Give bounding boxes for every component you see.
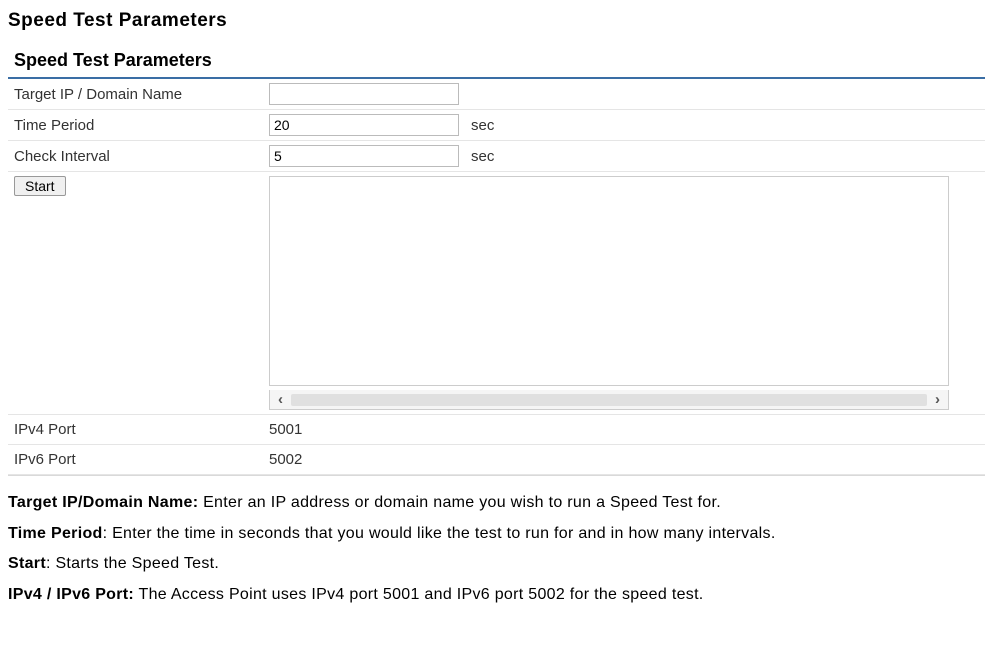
- results-textarea[interactable]: [269, 176, 949, 386]
- input-time-period[interactable]: [269, 114, 459, 136]
- row-ipv4-port: IPv4 Port 5001: [8, 415, 985, 445]
- label-ipv4-port: IPv4 Port: [8, 415, 263, 445]
- desc-target-ip-bold: Target IP/Domain Name:: [8, 494, 198, 511]
- start-button[interactable]: Start: [14, 176, 66, 196]
- results-area: ‹ ›: [269, 176, 969, 410]
- speed-test-panel: Speed Test Parameters Target IP / Domain…: [8, 44, 985, 476]
- desc-time-period-text: : Enter the time in seconds that you wou…: [103, 525, 776, 542]
- input-target-ip[interactable]: [269, 83, 459, 105]
- scroll-left-icon[interactable]: ‹: [274, 391, 287, 408]
- row-start: Start ‹ ›: [8, 172, 985, 415]
- input-check-interval[interactable]: [269, 145, 459, 167]
- label-check-interval: Check Interval: [8, 141, 263, 172]
- row-time-period: Time Period sec: [8, 110, 985, 141]
- desc-ports-text: The Access Point uses IPv4 port 5001 and…: [134, 586, 704, 603]
- label-ipv6-port: IPv6 Port: [8, 445, 263, 475]
- page-heading: Speed Test Parameters: [8, 10, 985, 32]
- label-time-period: Time Period: [8, 110, 263, 141]
- desc-ports: IPv4 / IPv6 Port: The Access Point uses …: [8, 584, 985, 606]
- label-target-ip: Target IP / Domain Name: [8, 79, 263, 110]
- panel-title: Speed Test Parameters: [8, 44, 985, 79]
- descriptions-block: Target IP/Domain Name: Enter an IP addre…: [8, 492, 985, 605]
- scroll-track[interactable]: [291, 394, 927, 406]
- parameters-table: Target IP / Domain Name Time Period sec …: [8, 79, 985, 475]
- unit-target-ip: [465, 79, 985, 110]
- desc-time-period-bold: Time Period: [8, 525, 103, 542]
- scroll-right-icon[interactable]: ›: [931, 391, 944, 408]
- row-target-ip: Target IP / Domain Name: [8, 79, 985, 110]
- value-ipv6-port: 5002: [263, 445, 985, 475]
- unit-check-interval: sec: [465, 141, 985, 172]
- unit-time-period: sec: [465, 110, 985, 141]
- desc-time-period: Time Period: Enter the time in seconds t…: [8, 523, 985, 545]
- row-check-interval: Check Interval sec: [8, 141, 985, 172]
- desc-start-bold: Start: [8, 555, 46, 572]
- desc-start-text: : Starts the Speed Test.: [46, 555, 219, 572]
- horizontal-scrollbar[interactable]: ‹ ›: [269, 390, 949, 410]
- desc-start: Start: Starts the Speed Test.: [8, 553, 985, 575]
- desc-ports-bold: IPv4 / IPv6 Port:: [8, 586, 134, 603]
- desc-target-ip-text: Enter an IP address or domain name you w…: [198, 494, 721, 511]
- desc-target-ip: Target IP/Domain Name: Enter an IP addre…: [8, 492, 985, 514]
- value-ipv4-port: 5001: [263, 415, 985, 445]
- row-ipv6-port: IPv6 Port 5002: [8, 445, 985, 475]
